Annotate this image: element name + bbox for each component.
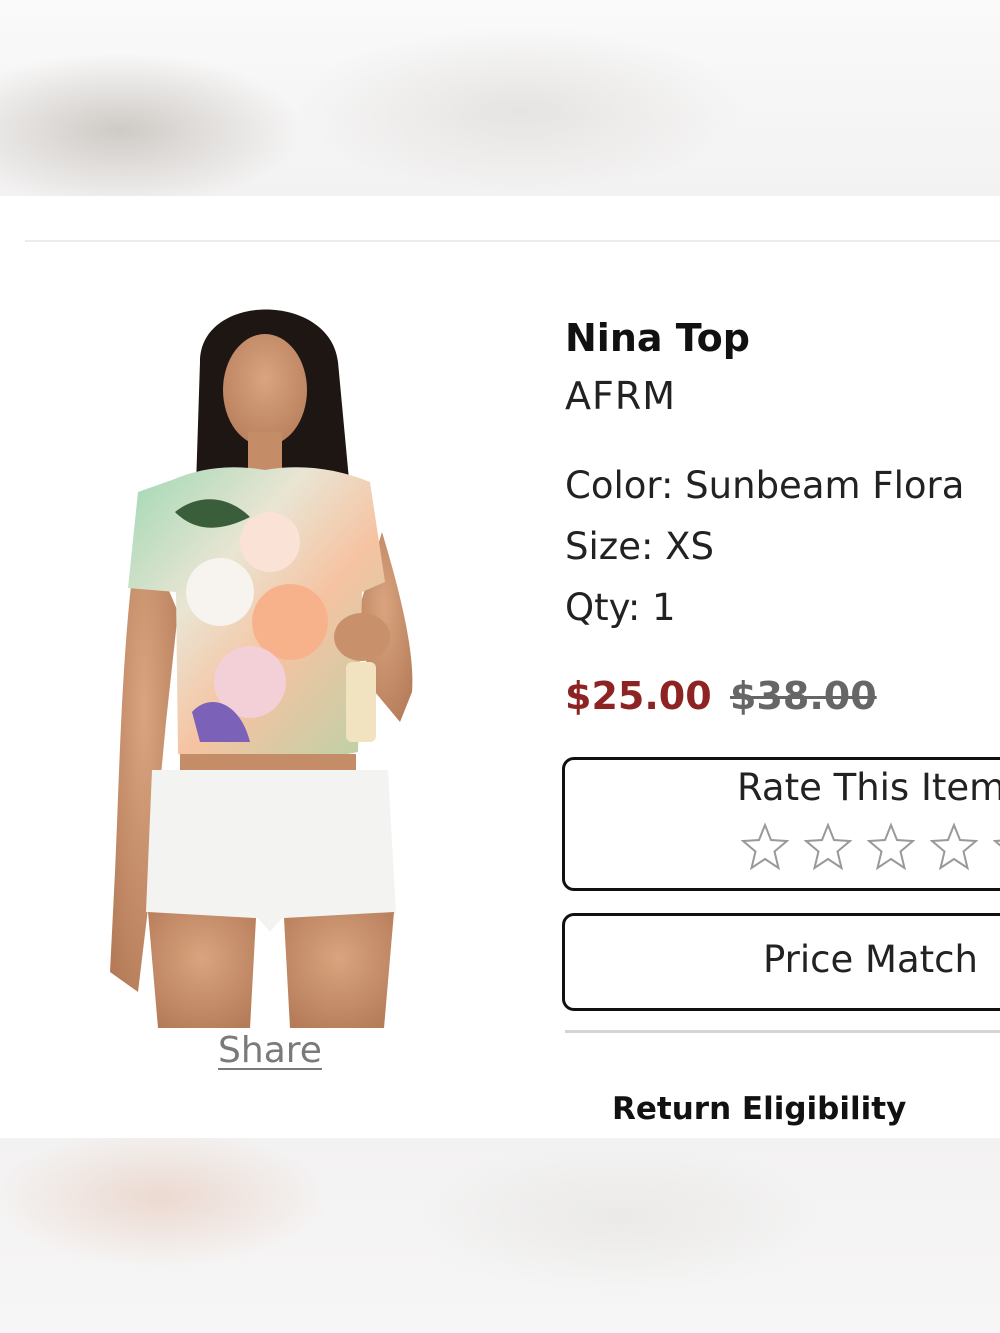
original-price: $38.00: [730, 674, 877, 718]
section-divider: [565, 1030, 1000, 1033]
sale-price: $25.00: [565, 674, 712, 718]
product-image[interactable]: [100, 292, 440, 1028]
star-rating[interactable]: [741, 822, 1000, 876]
price-match-button[interactable]: Price Match: [562, 913, 1000, 1011]
price-match-label: Price Match: [763, 938, 978, 981]
background-blur-bottom: [0, 1138, 1000, 1333]
background-blur-top: [0, 0, 1000, 196]
product-quantity: Qty: 1: [565, 586, 676, 629]
product-brand[interactable]: AFRM: [565, 374, 676, 418]
top-divider: [25, 240, 1000, 242]
product-card: Share Nina Top AFRM Color: Sunbeam Flora…: [0, 196, 1000, 1138]
share-link[interactable]: Share: [170, 1030, 370, 1071]
rate-item-label: Rate This Item: [737, 766, 1000, 809]
star-icon-5[interactable]: [993, 822, 1000, 872]
star-icon-1[interactable]: [741, 822, 789, 872]
return-eligibility-heading[interactable]: Return Eligibility: [612, 1091, 906, 1127]
product-size: Size: XS: [565, 525, 715, 568]
product-title: Nina Top: [565, 316, 750, 360]
star-icon-2[interactable]: [804, 822, 853, 872]
rate-item-box[interactable]: Rate This Item: [562, 757, 1000, 891]
star-icon-3[interactable]: [867, 822, 916, 872]
star-icon-4[interactable]: [930, 822, 979, 872]
product-color: Color: Sunbeam Flora: [565, 464, 965, 507]
